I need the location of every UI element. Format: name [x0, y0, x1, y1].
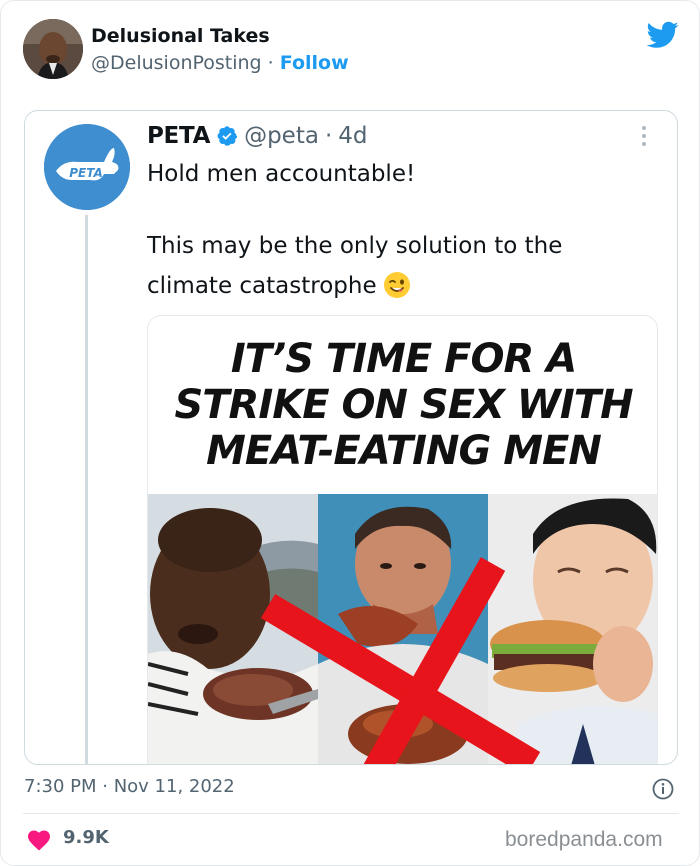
tweet-timestamp[interactable]: 7:30 PM · Nov 11, 2022 — [24, 776, 235, 797]
media-headline-line: MEAT-EATING MEN — [206, 428, 602, 474]
quoted-tweet-text: climate catastrophe — [147, 273, 377, 299]
media-headline-line: IT’S TIME FOR A — [230, 336, 577, 382]
red-cross-mark — [260, 557, 541, 764]
quoted-tweet-header: PETA @peta · 4d — [147, 123, 368, 149]
quoted-tweet[interactable]: PETA PETA @peta · 4d Hold men accountabl… — [24, 110, 678, 765]
follow-button[interactable]: Follow — [280, 52, 349, 74]
source-watermark: boredpanda.com — [505, 828, 663, 851]
author-handle[interactable]: @DelusionPosting — [91, 52, 262, 74]
quoted-tweet-text-line: Hold men accountable! — [147, 161, 416, 187]
peta-logo-text: PETA — [69, 166, 103, 180]
author-handle-row: @DelusionPosting · Follow — [91, 52, 349, 74]
quoted-tweet-text-line: climate catastrophe — [147, 271, 411, 299]
tweet-media-image[interactable]: IT’S TIME FOR A STRIKE ON SEX WITH MEAT-… — [147, 315, 658, 764]
winking-face-emoji-icon — [383, 272, 410, 298]
twitter-bird-icon[interactable] — [647, 21, 679, 49]
thread-line — [85, 215, 88, 764]
author-avatar[interactable] — [23, 19, 83, 79]
media-headline-line: STRIKE ON SEX WITH — [174, 382, 633, 428]
info-icon[interactable] — [652, 778, 674, 800]
quoted-tweet-text-line: This may be the only solution to the — [147, 233, 563, 259]
author-name[interactable]: Delusional Takes — [91, 25, 270, 47]
quoted-author-name[interactable]: PETA — [147, 123, 210, 149]
quoted-author-handle[interactable]: @peta — [244, 123, 319, 149]
separator-dot: · — [324, 123, 333, 149]
peta-avatar[interactable]: PETA — [44, 124, 130, 210]
more-options-icon[interactable] — [641, 125, 647, 147]
separator-dot: · — [267, 52, 274, 74]
media-headline: IT’S TIME FOR A STRIKE ON SEX WITH MEAT-… — [148, 336, 657, 474]
footer-divider — [23, 813, 679, 814]
quoted-tweet-age[interactable]: 4d — [338, 123, 367, 149]
tweet-card: Delusional Takes @DelusionPosting · Foll… — [0, 0, 700, 866]
verified-badge-icon — [217, 126, 238, 146]
like-count[interactable]: 9.9K — [63, 827, 109, 848]
heart-like-icon[interactable] — [27, 829, 51, 851]
